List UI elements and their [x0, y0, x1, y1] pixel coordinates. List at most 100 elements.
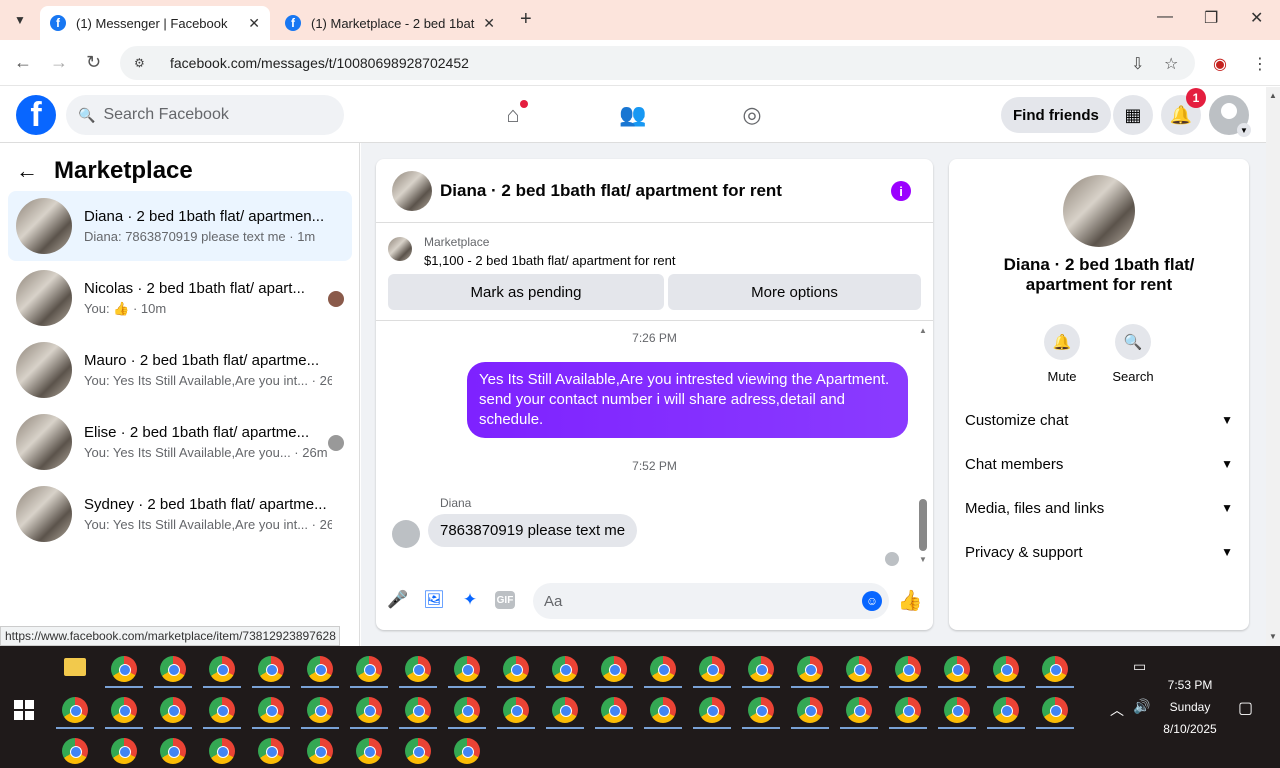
chrome-taskbar-icon[interactable]	[601, 656, 627, 682]
friends-icon[interactable]: 👥	[619, 101, 647, 129]
groups-icon[interactable]: ◎	[738, 101, 766, 129]
chrome-taskbar-icon[interactable]	[356, 697, 382, 723]
marketplace-listing[interactable]: Marketplace $1,100 - 2 bed 1bath flat/ a…	[388, 235, 676, 268]
listing-thumbnail[interactable]	[392, 170, 432, 211]
listing-thumbnail[interactable]	[1063, 175, 1135, 247]
search-conversation-button[interactable]: 🔍 Search	[1103, 324, 1163, 384]
chrome-taskbar-icon[interactable]	[846, 656, 872, 682]
chrome-taskbar-icon[interactable]	[454, 656, 480, 682]
scroll-up-icon[interactable]: ▲	[919, 326, 927, 335]
bookmark-star-icon[interactable]: ☆	[1164, 54, 1178, 74]
chat-title[interactable]: Diana · 2 bed 1bath flat/ apartment for …	[440, 181, 782, 201]
chrome-taskbar-icon[interactable]	[1042, 656, 1068, 682]
conversation-mauro[interactable]: Mauro · 2 bed 1bath flat/ apartme... You…	[8, 335, 352, 405]
chrome-taskbar-icon[interactable]	[846, 697, 872, 723]
message-input[interactable]: Aa ☺	[533, 583, 889, 619]
scroll-down-icon[interactable]: ▼	[1269, 632, 1277, 641]
site-settings-icon[interactable]: ⚙	[134, 56, 150, 70]
chrome-taskbar-icon[interactable]	[258, 738, 284, 764]
address-bar[interactable]: ⚙ facebook.com/messages/t/10080698928702…	[120, 46, 1195, 80]
conversation-diana[interactable]: Diana · 2 bed 1bath flat/ apartmen... Di…	[8, 191, 352, 261]
clock-time[interactable]: 7:53 PM	[1160, 678, 1220, 692]
tab-messenger[interactable]: f (1) Messenger | Facebook ✕	[40, 6, 270, 40]
chrome-taskbar-icon[interactable]	[748, 656, 774, 682]
tab-marketplace[interactable]: f (1) Marketplace - 2 bed 1bath f ✕	[275, 6, 505, 40]
chrome-taskbar-icon[interactable]	[699, 656, 725, 682]
reload-icon[interactable]: ↻	[86, 52, 101, 73]
conversation-nicolas[interactable]: Nicolas · 2 bed 1bath flat/ apart... You…	[8, 263, 352, 333]
media-files-links-row[interactable]: Media, files and links ▼	[965, 493, 1233, 523]
incoming-message[interactable]: 7863870919 please text me	[428, 514, 638, 547]
search-input[interactable]: 🔍 Search Facebook	[66, 95, 344, 135]
tray-chevron-up-icon[interactable]: ︿	[1110, 700, 1124, 720]
chat-members-row[interactable]: Chat members ▼	[965, 449, 1233, 479]
menu-dots-icon[interactable]: ⋮	[1252, 54, 1268, 74]
photo-icon[interactable]: 🖼	[423, 589, 445, 611]
chrome-taskbar-icon[interactable]	[454, 738, 480, 764]
chrome-taskbar-icon[interactable]	[797, 656, 823, 682]
outgoing-message[interactable]: Yes Its Still Available,Are you intreste…	[467, 362, 908, 438]
chrome-taskbar-icon[interactable]	[111, 697, 137, 723]
chrome-taskbar-icon[interactable]	[307, 697, 333, 723]
chrome-taskbar-icon[interactable]	[405, 697, 431, 723]
customize-chat-row[interactable]: Customize chat ▼	[965, 405, 1233, 435]
like-thumb-icon[interactable]: 👍	[898, 589, 923, 612]
mute-button[interactable]: 🔔 Mute	[1032, 324, 1092, 384]
chrome-taskbar-icon[interactable]	[209, 697, 235, 723]
chrome-taskbar-icon[interactable]	[454, 697, 480, 723]
chrome-taskbar-icon[interactable]	[209, 738, 235, 764]
chrome-taskbar-icon[interactable]	[993, 697, 1019, 723]
gif-icon[interactable]: GIF	[495, 591, 515, 609]
account-avatar[interactable]: ▼	[1209, 95, 1251, 137]
chat-scrollbar[interactable]	[919, 499, 927, 551]
chrome-taskbar-icon[interactable]	[111, 656, 137, 682]
chrome-taskbar-icon[interactable]	[62, 697, 88, 723]
chrome-taskbar-icon[interactable]	[258, 697, 284, 723]
network-icon[interactable]: ▭	[1133, 658, 1146, 675]
mark-pending-button[interactable]: Mark as pending	[388, 274, 664, 310]
chrome-taskbar-icon[interactable]	[1042, 697, 1068, 723]
chrome-taskbar-icon[interactable]	[699, 697, 725, 723]
windows-start-icon[interactable]	[14, 700, 34, 720]
chrome-taskbar-icon[interactable]	[748, 697, 774, 723]
profile-icon[interactable]: ◉	[1213, 54, 1227, 74]
chrome-taskbar-icon[interactable]	[650, 697, 676, 723]
chrome-taskbar-icon[interactable]	[944, 656, 970, 682]
clock-date[interactable]: 8/10/2025	[1160, 722, 1220, 736]
chrome-taskbar-icon[interactable]	[503, 656, 529, 682]
conversation-elise[interactable]: Elise · 2 bed 1bath flat/ apartme... You…	[8, 407, 352, 477]
restore-icon[interactable]: ❐	[1204, 8, 1218, 28]
microphone-icon[interactable]: 🎤	[387, 589, 409, 611]
close-tab-icon[interactable]: ✕	[248, 15, 260, 32]
chrome-taskbar-icon[interactable]	[503, 697, 529, 723]
chrome-taskbar-icon[interactable]	[650, 656, 676, 682]
close-tab-icon[interactable]: ✕	[483, 15, 495, 32]
action-center-icon[interactable]: ▢	[1238, 698, 1253, 718]
scroll-down-icon[interactable]: ▼	[919, 555, 927, 564]
chrome-taskbar-icon[interactable]	[601, 697, 627, 723]
chrome-taskbar-icon[interactable]	[160, 697, 186, 723]
tab-search-chevron-icon[interactable]: ▼	[8, 8, 32, 32]
facebook-logo-icon[interactable]: f	[16, 95, 56, 135]
menu-grid-icon[interactable]: ▦	[1113, 95, 1153, 135]
chrome-taskbar-icon[interactable]	[209, 656, 235, 682]
close-window-icon[interactable]: ✕	[1250, 8, 1263, 28]
sender-avatar[interactable]	[392, 520, 420, 548]
chrome-taskbar-icon[interactable]	[552, 656, 578, 682]
chrome-taskbar-icon[interactable]	[111, 738, 137, 764]
chrome-taskbar-icon[interactable]	[944, 697, 970, 723]
chrome-taskbar-icon[interactable]	[307, 656, 333, 682]
sticker-icon[interactable]: ✦	[459, 589, 481, 611]
new-tab-icon[interactable]: +	[520, 8, 532, 31]
info-icon[interactable]: i	[891, 181, 911, 201]
emoji-icon[interactable]: ☺	[862, 591, 882, 611]
chrome-taskbar-icon[interactable]	[405, 656, 431, 682]
chrome-taskbar-icon[interactable]	[258, 656, 284, 682]
install-app-icon[interactable]: ⇩	[1131, 54, 1144, 74]
back-arrow-icon[interactable]: ←	[14, 52, 32, 73]
chrome-taskbar-icon[interactable]	[895, 697, 921, 723]
chrome-taskbar-icon[interactable]	[62, 738, 88, 764]
chrome-taskbar-icon[interactable]	[160, 656, 186, 682]
chrome-taskbar-icon[interactable]	[895, 656, 921, 682]
clock-day[interactable]: Sunday	[1160, 700, 1220, 714]
